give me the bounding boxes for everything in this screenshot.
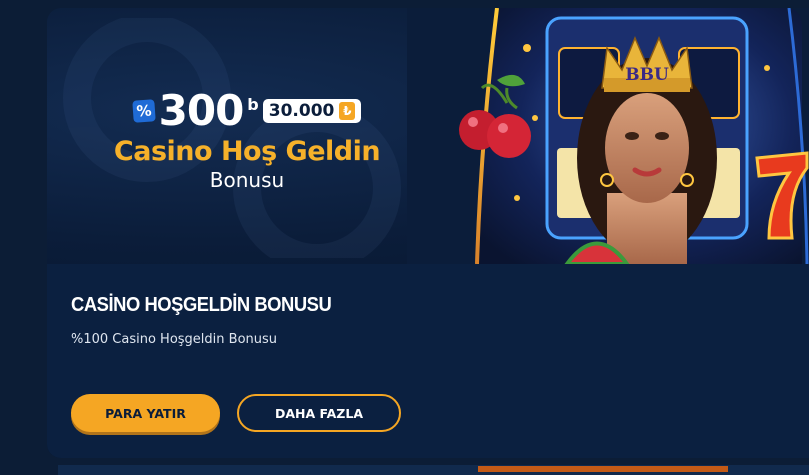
- promo-headline: % 300 b 30.000 ₺ Casino Hoş Geldin Bonus…: [102, 88, 392, 193]
- casino-hero-image: BBU: [407, 8, 809, 264]
- promo-title: Casino Hoş Geldin: [113, 136, 381, 167]
- promo-banner[interactable]: BBU % 300 b 30.000 ₺ Casino Hoş Geldin B…: [47, 8, 809, 264]
- promo-amount: 30.000: [268, 101, 335, 121]
- promo-amount-pill: 30.000 ₺: [262, 99, 362, 123]
- promo-amount-row: % 300 b 30.000 ₺: [102, 88, 392, 134]
- bonus-title: CASİNO HOŞGELDİN BONUSU: [71, 294, 332, 316]
- bonus-description: %100 Casino Hoşgeldin Bonusu: [71, 332, 278, 347]
- percent-badge-icon: %: [131, 99, 156, 123]
- next-bonus-banner-edge: [478, 466, 728, 472]
- deposit-button[interactable]: PARA YATIR: [71, 394, 220, 432]
- bonus-details: CASİNO HOŞGELDİN BONUSU %100 Casino Hoşg…: [47, 264, 809, 458]
- brand-mark-icon: b: [247, 94, 259, 114]
- lira-currency-icon: ₺: [339, 102, 356, 120]
- promo-subtitle: Bonusu: [209, 168, 285, 192]
- bonus-card: BBU % 300 b 30.000 ₺ Casino Hoş Geldin B…: [47, 8, 809, 458]
- crown-text: BBU: [625, 65, 669, 85]
- promo-percent-number: 300: [158, 86, 245, 135]
- more-info-button[interactable]: DAHA FAZLA: [237, 394, 401, 432]
